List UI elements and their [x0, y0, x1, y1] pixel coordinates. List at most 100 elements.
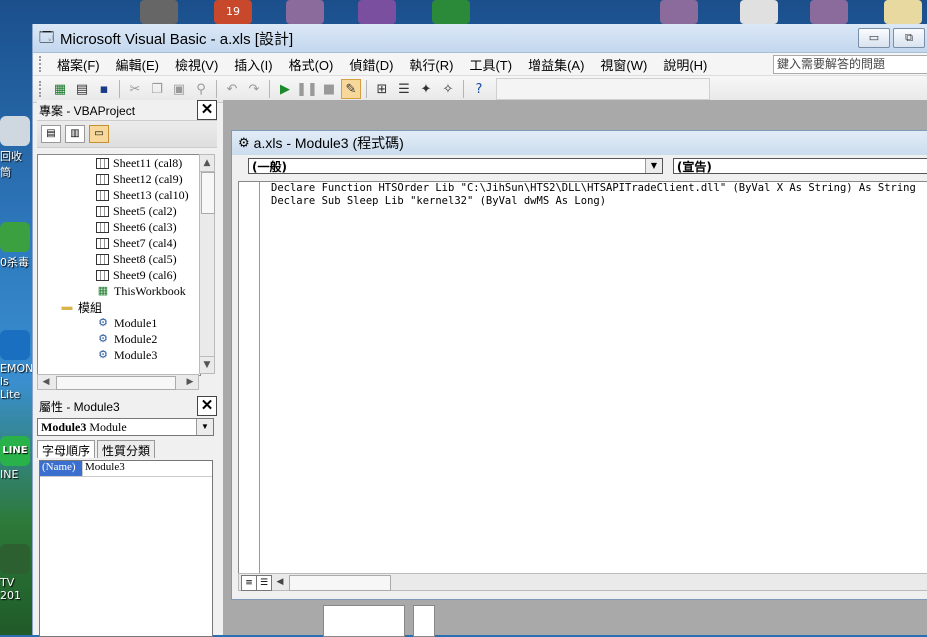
code-gutter[interactable]	[239, 182, 260, 574]
menu-tools[interactable]: 工具(T)	[461, 55, 520, 74]
line-shortcut[interactable]: LINE INE	[0, 436, 32, 481]
antivirus-shortcut[interactable]: 0杀毒	[0, 222, 32, 270]
menu-edit[interactable]: 編輯(E)	[108, 55, 167, 74]
property-value[interactable]: Module3	[83, 461, 125, 476]
horizontal-scroll-thumb[interactable]	[56, 376, 176, 390]
app-icon[interactable]	[358, 0, 396, 24]
module-icon: ⚙	[98, 317, 108, 329]
rar-icon[interactable]	[286, 0, 324, 24]
tv-shortcut[interactable]: TV 201	[0, 544, 32, 602]
scroll-right-icon[interactable]: ▶	[182, 375, 198, 389]
tree-item-sheet[interactable]: Sheet7 (cal4)	[38, 235, 200, 251]
cut-icon[interactable]: ✂	[125, 79, 145, 99]
paste-icon[interactable]: ▣	[169, 79, 189, 99]
run-icon[interactable]: ▶	[275, 79, 295, 99]
menu-run[interactable]: 執行(R)	[401, 55, 461, 74]
project-explorer-icon[interactable]: ⊞	[372, 79, 392, 99]
toolbar-grip[interactable]	[39, 81, 45, 97]
procedure-view-icon[interactable]: ≡	[241, 575, 257, 591]
menu-debug[interactable]: 偵錯(D)	[341, 55, 401, 74]
menu-grip[interactable]	[39, 56, 45, 72]
insert-userform-icon[interactable]: ▤	[72, 79, 92, 99]
close-icon[interactable]: ✕	[197, 100, 217, 120]
toolbox-icon[interactable]: ✧	[438, 79, 458, 99]
procedure-combo[interactable]: (宣告)	[672, 158, 927, 174]
tree-vertical-scrollbar[interactable]: ▲ ▼	[199, 154, 215, 374]
code-window-titlebar[interactable]: ⚙ a.xls - Module3 (程式碼)	[232, 131, 927, 155]
menu-insert[interactable]: 插入(I)	[226, 55, 280, 74]
tree-horizontal-scrollbar[interactable]: ◀ ▶	[37, 374, 199, 390]
tree-item-sheet[interactable]: Sheet13 (cal10)	[38, 187, 200, 203]
tree-item-label: Sheet9 (cal6)	[113, 267, 177, 282]
code-line[interactable]: Declare Function HTSOrder Lib "C:\JihSun…	[271, 182, 916, 194]
daemon-tools-shortcut[interactable]: EMON ls Lite	[0, 330, 33, 401]
scroll-left-icon[interactable]: ◀	[273, 575, 287, 589]
project-tree[interactable]: Sheet11 (cal8) Sheet12 (cal9) Sheet13 (cal…	[37, 154, 201, 376]
tree-item-module[interactable]: ⚙ Module1	[38, 315, 200, 331]
toggle-folders-icon[interactable]: ▭	[89, 125, 109, 143]
minimize-button[interactable]: ▭	[858, 28, 890, 48]
menu-window[interactable]: 視窗(W)	[592, 55, 655, 74]
view-code-icon[interactable]: ▤	[41, 125, 61, 143]
help-icon[interactable]: ?	[469, 79, 489, 99]
redo-icon[interactable]: ↷	[244, 79, 264, 99]
object-select[interactable]: Module3 Module ▼	[37, 418, 214, 436]
tree-item-sheet[interactable]: Sheet5 (cal2)	[38, 203, 200, 219]
undo-icon[interactable]: ↶	[222, 79, 242, 99]
code-line[interactable]: Declare Sub Sleep Lib "kernel32" (ByVal …	[271, 195, 606, 207]
tree-item-workbook[interactable]: ▦ ThisWorkbook	[38, 283, 200, 299]
code-horizontal-scrollbar[interactable]: ≡ ☰ ◀	[238, 573, 927, 591]
view-object-icon[interactable]: ▥	[65, 125, 85, 143]
taskbar-app-icon[interactable]	[140, 0, 178, 24]
reset-icon[interactable]: ■	[319, 79, 339, 99]
spreadsheet-icon[interactable]	[740, 0, 778, 24]
tree-item-module[interactable]: ⚙ Module3	[38, 347, 200, 363]
menu-file[interactable]: 檔案(F)	[49, 55, 108, 74]
tree-item-sheet[interactable]: Sheet9 (cal6)	[38, 267, 200, 283]
save-icon[interactable]: ▪	[94, 79, 114, 99]
object-browser-icon[interactable]: ✦	[416, 79, 436, 99]
chevron-down-icon[interactable]: ▼	[196, 419, 213, 435]
menu-format[interactable]: 格式(O)	[281, 55, 342, 74]
horizontal-scroll-thumb[interactable]	[289, 575, 391, 591]
tree-item-sheet[interactable]: Sheet12 (cal9)	[38, 171, 200, 187]
properties-grid: (Name) Module3	[39, 460, 213, 637]
copy-icon[interactable]: ❐	[147, 79, 167, 99]
rar-icon-2[interactable]	[660, 0, 698, 24]
excel-icon[interactable]: ▦	[50, 79, 70, 99]
tree-item-label: Sheet7 (cal4)	[113, 235, 177, 250]
find-icon[interactable]: ⚲	[191, 79, 211, 99]
tree-item-folder[interactable]: ▬ 模組	[38, 299, 200, 315]
tree-item-sheet[interactable]: Sheet6 (cal3)	[38, 219, 200, 235]
title-bar[interactable]: 🗔 Microsoft Visual Basic - a.xls [設計] ▭ …	[33, 24, 927, 53]
tab-alphabetic[interactable]: 字母順序	[37, 440, 96, 458]
menu-view[interactable]: 檢視(V)	[167, 55, 226, 74]
break-icon[interactable]: ❚❚	[296, 79, 318, 99]
scroll-thumb[interactable]	[201, 172, 215, 214]
properties-window-icon[interactable]: ☰	[394, 79, 414, 99]
chat-icon[interactable]	[432, 0, 470, 24]
scroll-left-icon[interactable]: ◀	[38, 375, 54, 389]
restore-button[interactable]: ⧉	[893, 28, 925, 48]
design-mode-icon[interactable]: ✎	[341, 79, 361, 99]
recycle-bin-shortcut[interactable]: 回收筒	[0, 116, 32, 180]
notification-badge-icon[interactable]: 19	[214, 0, 252, 24]
menu-addins[interactable]: 增益集(A)	[520, 55, 592, 74]
tree-item-sheet[interactable]: Sheet11 (cal8)	[38, 155, 200, 171]
help-search-input[interactable]: 鍵入需要解答的問題	[773, 55, 927, 74]
properties-tabs: 字母順序 性質分類	[37, 440, 217, 458]
scroll-down-icon[interactable]: ▼	[200, 356, 214, 373]
object-combo[interactable]: (一般) ▼	[248, 158, 663, 174]
code-editor[interactable]: Declare Function HTSOrder Lib "C:\JihSun…	[238, 181, 927, 575]
full-module-view-icon[interactable]: ☰	[256, 575, 272, 591]
chevron-down-icon[interactable]: ▼	[644, 159, 662, 173]
folder-icon[interactable]	[884, 0, 922, 24]
tab-categorized[interactable]: 性質分類	[97, 440, 156, 458]
property-row[interactable]: (Name) Module3	[40, 461, 212, 477]
menu-help[interactable]: 說明(H)	[655, 55, 715, 74]
tree-item-module[interactable]: ⚙ Module2	[38, 331, 200, 347]
scroll-up-icon[interactable]: ▲	[200, 155, 214, 172]
tree-item-sheet[interactable]: Sheet8 (cal5)	[38, 251, 200, 267]
close-icon[interactable]: ✕	[197, 396, 217, 416]
rar-icon-3[interactable]	[810, 0, 848, 24]
